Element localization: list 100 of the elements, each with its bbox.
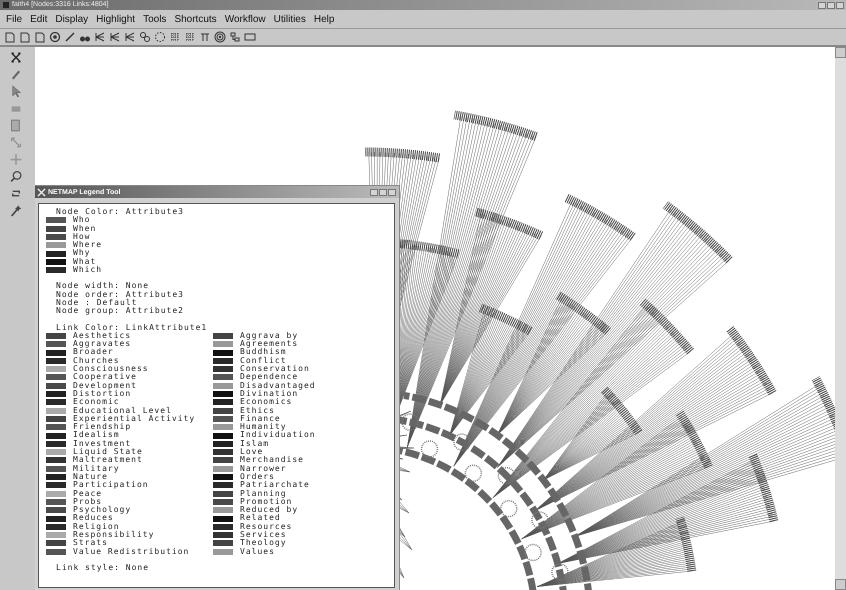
legend-label: Churches <box>73 356 120 365</box>
maximize-button[interactable] <box>379 188 387 196</box>
x-logo-icon <box>37 188 46 196</box>
legend-label: Planning <box>240 490 287 498</box>
legend-label: Economic <box>73 398 120 406</box>
legend-label: Responsibility <box>73 530 154 539</box>
legend-label: Peace <box>73 490 102 498</box>
legend-label: Nature <box>73 472 108 481</box>
legend-label: Where <box>73 241 102 250</box>
legend-label: Friendship <box>73 423 132 432</box>
menu-item[interactable]: Edit <box>30 14 48 24</box>
maximize-button[interactable] <box>827 2 835 8</box>
legend-setting: Node group: Attribute2 <box>55 307 185 316</box>
target-icon[interactable] <box>214 31 226 43</box>
minimize-button[interactable] <box>818 2 826 8</box>
legend-label: Cooperative <box>73 373 137 382</box>
fan-icon[interactable] <box>124 31 136 43</box>
tree-icon[interactable] <box>199 31 211 43</box>
legend-label: Narrower <box>240 464 287 473</box>
app-icon <box>2 1 10 9</box>
menu-item[interactable]: Display <box>55 14 88 24</box>
legend-label: Investment <box>73 440 132 448</box>
legend-label: Theology <box>240 539 287 548</box>
legend-label: Which <box>73 266 102 274</box>
zoom-icon[interactable] <box>9 170 23 183</box>
legend-label: Islam <box>240 440 270 448</box>
legend-label: Aesthetics <box>73 332 132 340</box>
document-icon[interactable] <box>4 31 16 43</box>
menu-item[interactable]: Workflow <box>224 14 266 24</box>
legend-label: Probs <box>73 498 102 506</box>
legend-label: Religion <box>73 522 120 531</box>
network-icon[interactable] <box>9 51 23 64</box>
menu-item[interactable]: Utilities <box>274 14 306 24</box>
legend-label: Liquid State <box>73 448 143 456</box>
legend-label: Humanity <box>240 423 287 432</box>
document-icon[interactable] <box>19 31 31 43</box>
legend-label: Values <box>240 548 275 556</box>
legend-label: Agreements <box>240 340 298 348</box>
menu-item[interactable]: File <box>6 14 22 24</box>
legend-label: Disadvantaged <box>240 382 316 390</box>
legend-label: Promotion <box>240 498 292 506</box>
legend-label: Aggrava by <box>240 332 298 340</box>
legend-label: Who <box>73 216 90 224</box>
legend-label: Merchandise <box>240 456 304 465</box>
legend-label: Ethics <box>240 406 275 415</box>
legend-label: Participation <box>73 481 149 490</box>
legend-heading: Link Color: LinkAttribute1 <box>55 324 208 332</box>
rectangle-icon[interactable] <box>244 31 256 43</box>
legend-setting: Link style: None <box>55 564 150 572</box>
legend-label: Individuation <box>240 431 316 440</box>
close-button[interactable] <box>836 2 844 8</box>
menu-item[interactable]: Shortcuts <box>174 14 217 24</box>
legend-label: Idealism <box>73 431 120 440</box>
legend-label: Why <box>73 249 90 258</box>
legend-label: Experiential Activity <box>73 414 196 423</box>
legend-label: Aggravates <box>73 340 132 348</box>
grid-icon[interactable] <box>184 31 196 43</box>
legend-label: Consciousness <box>73 365 149 374</box>
legend-setting: Node : Default <box>55 298 138 307</box>
legend-label: Educational Level <box>73 406 172 415</box>
legend-setting: Node order: Attribute3 <box>55 290 185 299</box>
grid-icon[interactable] <box>169 31 181 43</box>
legend-label: Buddhism <box>240 348 287 356</box>
menu-item[interactable]: Help <box>314 14 334 24</box>
circle-icon[interactable] <box>49 31 61 43</box>
legend-label: Development <box>73 382 137 390</box>
legend-label: Reduced by <box>240 506 298 514</box>
legend-label: Reduces <box>73 514 114 522</box>
document-icon[interactable] <box>34 31 46 43</box>
legend-label: Military <box>73 464 120 473</box>
fan-icon[interactable] <box>94 31 106 43</box>
legend-label: Finance <box>240 414 281 423</box>
hierarchy-icon[interactable] <box>229 31 241 43</box>
fan-icon[interactable] <box>109 31 121 43</box>
legend-label: Maltreatment <box>73 456 143 464</box>
minimize-button[interactable] <box>370 188 378 196</box>
close-button[interactable] <box>388 188 396 196</box>
legend-label: What <box>73 258 96 266</box>
legend-label: Dependence <box>240 373 298 382</box>
legend-label: Value Redistribution <box>73 548 190 556</box>
menu-item[interactable]: Highlight <box>96 14 136 24</box>
legend-label: Psychology <box>73 506 132 514</box>
legend-label: Divination <box>240 390 298 398</box>
cluster-icon[interactable] <box>139 31 151 43</box>
ring-icon[interactable] <box>154 31 166 43</box>
legend-setting: Node width: None <box>55 282 150 290</box>
menu-item[interactable]: Tools <box>143 14 166 24</box>
legend-label: Conservation <box>240 365 310 374</box>
pen-icon[interactable] <box>64 31 76 43</box>
wand-icon[interactable] <box>9 204 23 217</box>
legend-label: Orders <box>240 472 275 481</box>
legend-label: Services <box>240 530 287 539</box>
legend-label: Conflict <box>240 356 287 365</box>
legend-label: Economics <box>240 398 292 406</box>
legend-label: Distortion <box>73 390 132 398</box>
legend-label: Broader <box>73 348 114 356</box>
legend-label: How <box>73 232 90 241</box>
legend-label: Resources <box>240 522 292 531</box>
legend-label: Strats <box>73 539 108 548</box>
legend-label: Patriarchate <box>240 481 310 490</box>
